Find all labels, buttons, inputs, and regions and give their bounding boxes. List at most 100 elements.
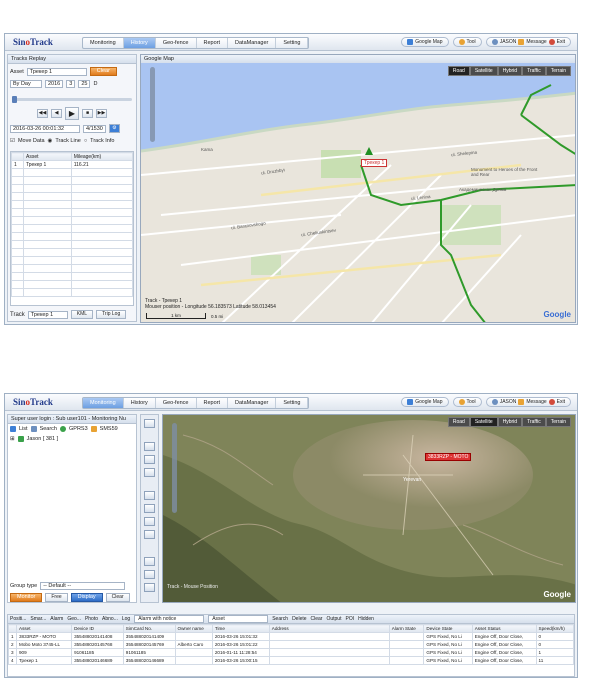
toolbar-button[interactable]	[144, 455, 155, 464]
slider-thumb[interactable]	[12, 96, 17, 103]
expand-icon[interactable]: ⊞	[10, 436, 15, 442]
map-type-terrain[interactable]: Terrain	[545, 66, 571, 76]
alarm-notice-select[interactable]: Alarm with notice	[134, 615, 205, 623]
tab-smart[interactable]: Smar...	[30, 616, 46, 622]
toolbar-button[interactable]	[144, 530, 155, 539]
col-simcard[interactable]: SimCard No.	[122, 624, 176, 633]
display-button[interactable]: Display	[70, 593, 103, 602]
nav-tab-report[interactable]: Report	[197, 398, 229, 408]
output-action[interactable]: Output	[326, 616, 341, 622]
col-asset[interactable]: Asset	[23, 152, 72, 161]
rewind-icon[interactable]: ◀◀	[37, 109, 48, 118]
toolbar-button[interactable]	[144, 583, 155, 592]
kml-button[interactable]: KML	[70, 310, 94, 319]
tool-button[interactable]: Tool	[452, 37, 482, 47]
toolbar-button[interactable]	[144, 570, 155, 579]
track-select[interactable]: Трекер 1	[27, 310, 68, 319]
settings-icon[interactable]: ⚙	[108, 124, 120, 133]
zoom-slider[interactable]	[172, 423, 177, 513]
track-line-radio[interactable]: ◉	[48, 138, 53, 144]
day-field[interactable]: 25	[78, 80, 91, 88]
col-time[interactable]: Time	[211, 624, 270, 633]
month-field[interactable]: 3	[66, 80, 76, 88]
tree-root[interactable]: ⊞ Jason [ 381 ]	[10, 436, 134, 442]
play-icon[interactable]: ▶	[65, 107, 79, 120]
user-menu[interactable]: JASON Message Exit	[485, 397, 571, 407]
stop-icon[interactable]: ■	[82, 109, 93, 118]
nav-tab-history[interactable]: History	[124, 398, 156, 408]
asset-filter[interactable]: Asset	[208, 615, 269, 623]
nav-tab-datamanager[interactable]: DataManager	[228, 398, 277, 408]
map-type-hybrid[interactable]: Hybrid	[497, 66, 523, 76]
col-device-id[interactable]: Device ID	[71, 624, 124, 633]
toolbar-button[interactable]	[144, 491, 155, 500]
map-type-road[interactable]: Road	[447, 66, 470, 76]
toolbar-button[interactable]	[144, 468, 155, 477]
tab-log[interactable]: Log	[122, 616, 130, 622]
tool-button[interactable]: Tool	[452, 397, 482, 407]
col-address[interactable]: Address	[268, 624, 390, 633]
year-field[interactable]: 2016	[45, 80, 64, 88]
clear-button[interactable]: Clear	[105, 593, 130, 602]
fast-forward-icon[interactable]: ▶▶	[96, 109, 107, 118]
user-menu[interactable]: JASON Message Exit	[485, 37, 571, 47]
toolbar-button[interactable]	[144, 419, 155, 428]
move-data-checkbox[interactable]: ☑	[10, 138, 15, 144]
satellite-map[interactable]: Road Satellite Hybrid Traffic Terrain 38…	[162, 414, 576, 603]
tab-geo[interactable]: Geo...	[67, 616, 81, 622]
map-type-traffic[interactable]: Traffic	[522, 66, 546, 76]
step-back-icon[interactable]: ◀	[51, 109, 62, 118]
nav-tab-history[interactable]: History	[123, 38, 156, 48]
col-device-state[interactable]: Device State	[423, 624, 473, 633]
free-button[interactable]: Free	[45, 593, 68, 602]
nav-tab-geofence[interactable]: Geo-fence	[156, 398, 197, 408]
road-map[interactable]: Google Map Road Satellite Hybrid Traffic…	[140, 54, 576, 323]
tab-alarm[interactable]: Alarm	[50, 616, 63, 622]
period-select[interactable]: By Day	[10, 80, 42, 88]
col-mileage[interactable]: Mileage(km)	[70, 152, 133, 161]
tab-position[interactable]: Positi...	[10, 616, 26, 622]
poi-action[interactable]: POI	[345, 616, 354, 622]
map-type-road[interactable]: Road	[447, 417, 470, 427]
nav-tab-monitoring[interactable]: Monitoring	[83, 398, 124, 408]
table-row[interactable]: 3 909 91061185 91061185 2016-01-11 11:28:54 G…	[8, 648, 574, 657]
col-alarm-state[interactable]: Alarm State	[388, 624, 425, 633]
vehicle-marker[interactable]: 3833RZP - MOTO	[425, 453, 472, 461]
table-row[interactable]: 1 Трекер 1 116.21	[11, 160, 133, 169]
col-asset-status[interactable]: Asset Status	[471, 624, 537, 633]
toolbar-button[interactable]	[144, 504, 155, 513]
map-type-terrain[interactable]: Terrain	[545, 417, 571, 427]
monitor-button[interactable]: Monitor	[10, 593, 43, 602]
delete-action[interactable]: Delete	[292, 616, 306, 622]
table-row[interactable]: 1 3833RZP - MOTO 355488020141408 3554880201…	[8, 632, 574, 641]
track-info-radio[interactable]: ○	[84, 138, 87, 144]
map-type-satellite[interactable]: Satellite	[469, 417, 498, 427]
toolbar-button[interactable]	[144, 442, 155, 451]
toolbar-button[interactable]	[144, 557, 155, 566]
nav-tab-report[interactable]: Report	[197, 38, 229, 48]
map-select[interactable]: Google Map	[401, 37, 449, 47]
table-row[interactable]: 4 Трекер 1 355488020146689 355488020146689 2…	[8, 656, 574, 665]
nav-tab-monitoring[interactable]: Monitoring	[83, 38, 124, 48]
nav-tab-geofence[interactable]: Geo-fence	[156, 38, 197, 48]
clear-button[interactable]: Clear	[89, 67, 117, 76]
nav-tab-setting[interactable]: Setting	[276, 38, 309, 48]
trip-log-button[interactable]: Trip Log	[96, 310, 127, 319]
hidden-action[interactable]: Hidden	[358, 616, 374, 622]
table-row[interactable]: 2 Mobo Moto 3745-LL 355488020145768 3554880…	[8, 640, 574, 649]
tab-photo[interactable]: Photo	[85, 616, 98, 622]
map-type-hybrid[interactable]: Hybrid	[497, 417, 523, 427]
col-speed[interactable]: Speed(km/h)	[535, 624, 574, 633]
col-owner[interactable]: Owner name	[174, 624, 213, 633]
asset-input[interactable]: Трекер 1	[26, 67, 87, 76]
clear-action[interactable]: Clear	[311, 616, 323, 622]
search-tab[interactable]: Search	[40, 426, 57, 432]
replay-slider[interactable]	[12, 96, 132, 103]
group-select[interactable]: -- Default --	[40, 582, 126, 590]
col-asset[interactable]: Asset	[15, 624, 73, 633]
map-type-satellite[interactable]: Satellite	[469, 66, 498, 76]
map-type-traffic[interactable]: Traffic	[522, 417, 546, 427]
tab-abnormal[interactable]: Abno...	[102, 616, 118, 622]
toolbar-button[interactable]	[144, 517, 155, 526]
map-select[interactable]: Google Map	[401, 397, 449, 407]
